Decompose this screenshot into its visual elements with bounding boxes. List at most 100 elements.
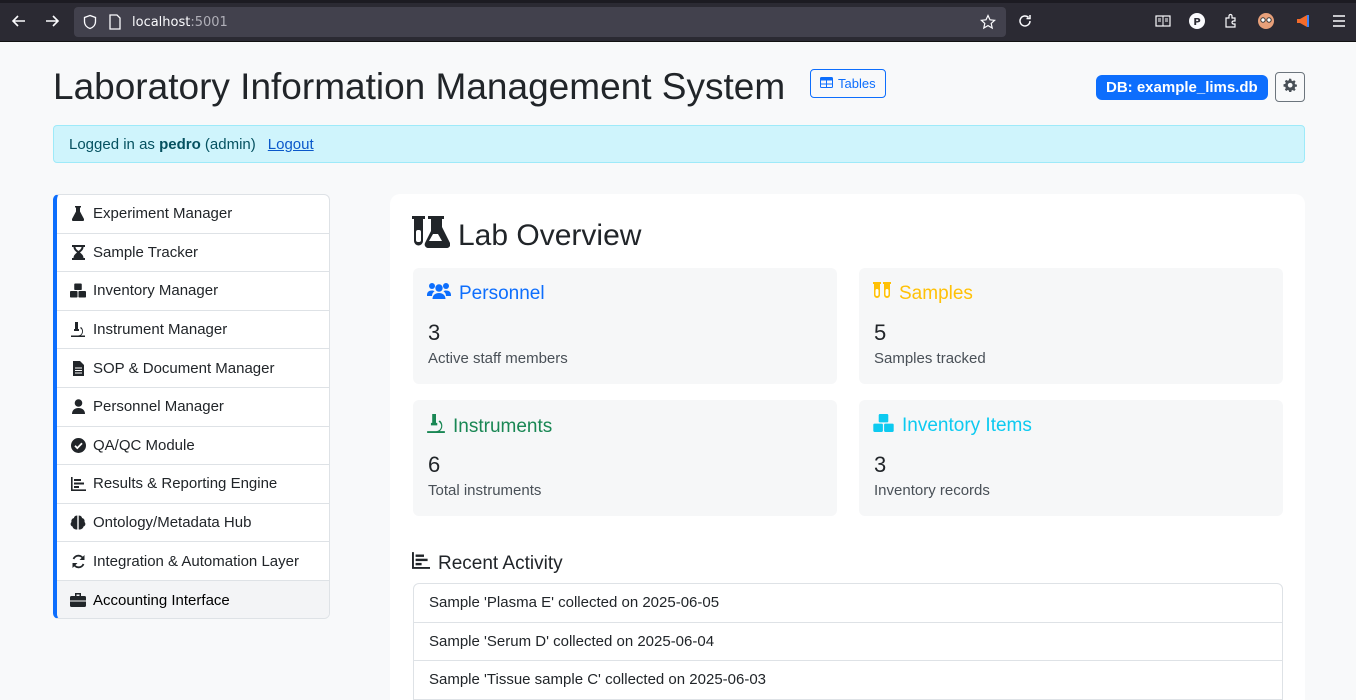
reader-view-icon[interactable] <box>1152 10 1174 32</box>
svg-text:P: P <box>1193 17 1200 28</box>
sidebar-item-experiment-manager[interactable]: Experiment Manager <box>57 195 329 234</box>
sidebar-item-label: Inventory Manager <box>93 282 219 300</box>
table-icon <box>820 76 833 91</box>
boxes-icon <box>873 414 894 438</box>
stat-card-header: Inventory Items <box>873 414 1032 438</box>
browser-toolbar: localhost:5001 P <box>0 0 1356 42</box>
sync-icon <box>70 553 86 569</box>
check-circle-icon <box>70 437 86 453</box>
sidebar-item-label: Accounting Interface <box>93 591 230 609</box>
recent-activity-title: Recent Activity <box>438 552 563 574</box>
settings-button[interactable] <box>1275 72 1305 102</box>
stat-description: Samples tracked <box>874 350 986 367</box>
stat-value: 6 <box>428 452 441 477</box>
tab-strip <box>0 0 1356 3</box>
stat-value: 3 <box>428 320 441 345</box>
sidebar-item-label: QA/QC Module <box>93 436 195 454</box>
tables-label: Tables <box>838 76 876 91</box>
sidebar-item-label: SOP & Document Manager <box>93 359 275 377</box>
addon-avatar-icon[interactable] <box>1255 10 1277 32</box>
stat-description: Active staff members <box>428 350 568 367</box>
menu-icon[interactable] <box>1328 10 1350 32</box>
sidebar-item-sop-document-manager[interactable]: SOP & Document Manager <box>57 349 329 388</box>
reload-icon[interactable] <box>1014 10 1036 32</box>
list-item: Sample 'Tissue sample C' collected on 20… <box>414 661 1282 700</box>
login-alert: Logged in as pedro (admin) Logout <box>53 125 1305 163</box>
briefcase-icon <box>70 592 86 608</box>
stat-title: Inventory Items <box>902 415 1032 436</box>
main-card: Lab Overview Personnel 3 Active staff me… <box>390 194 1305 700</box>
flask-icon <box>70 206 86 222</box>
sidebar-item-label: Results & Reporting Engine <box>93 475 278 493</box>
stat-title: Samples <box>899 283 973 304</box>
hourglass-icon <box>70 244 86 260</box>
microscope-icon <box>427 414 445 439</box>
login-user: pedro <box>159 135 201 153</box>
sidebar-item-label: Integration & Automation Layer <box>93 552 299 570</box>
url-host: localhost <box>132 15 191 30</box>
overview-title: Lab Overview <box>458 219 642 252</box>
extensions-icon[interactable] <box>1220 10 1242 32</box>
page-title: Laboratory Information Management System <box>53 66 786 107</box>
stat-title: Instruments <box>453 415 553 437</box>
stat-description: Inventory records <box>874 482 990 499</box>
users-icon <box>427 282 451 306</box>
star-icon[interactable] <box>980 14 996 35</box>
recent-activity-heading: Recent Activity <box>412 552 563 575</box>
sidebar-item-ontology-metadata-hub[interactable]: Ontology/Metadata Hub <box>57 504 329 543</box>
stat-card-header: Instruments <box>427 414 552 439</box>
recent-activity-list: Sample 'Plasma E' collected on 2025-06-0… <box>413 583 1283 700</box>
logout-link[interactable]: Logout <box>268 136 314 153</box>
back-icon[interactable] <box>8 10 30 32</box>
person-icon <box>70 399 86 415</box>
stat-card-instruments: Instruments 6 Total instruments <box>413 400 837 516</box>
vials-icon <box>412 216 451 256</box>
gear-icon <box>1283 78 1297 97</box>
sidebar-item-personnel-manager[interactable]: Personnel Manager <box>57 388 329 427</box>
address-bar[interactable]: localhost:5001 <box>74 7 1006 37</box>
forward-icon[interactable] <box>41 10 63 32</box>
megaphone-icon[interactable] <box>1292 10 1314 32</box>
chart-icon <box>70 476 86 492</box>
page: Laboratory Information Management System… <box>0 42 1356 700</box>
profile-icon[interactable]: P <box>1186 10 1208 32</box>
sidebar-item-label: Ontology/Metadata Hub <box>93 514 252 532</box>
sidebar-item-label: Instrument Manager <box>93 321 228 339</box>
test-tubes-icon <box>873 282 891 306</box>
boxes-icon <box>70 283 86 299</box>
sidebar-item-instrument-manager[interactable]: Instrument Manager <box>57 311 329 350</box>
sidebar-item-sample-tracker[interactable]: Sample Tracker <box>57 234 329 273</box>
login-prefix: Logged in as <box>69 135 155 153</box>
sidebar-item-inventory-manager[interactable]: Inventory Manager <box>57 272 329 311</box>
sidebar: Experiment Manager Sample Tracker Invent… <box>53 194 330 619</box>
list-item: Sample 'Plasma E' collected on 2025-06-0… <box>414 584 1282 623</box>
url-text: localhost:5001 <box>132 15 228 30</box>
sidebar-item-accounting-interface[interactable]: Accounting Interface <box>57 580 329 618</box>
stat-card-samples: Samples 5 Samples tracked <box>859 268 1283 384</box>
microscope-icon <box>70 322 86 338</box>
page-icon <box>108 14 122 35</box>
login-role: (admin) <box>204 135 256 153</box>
shield-icon[interactable] <box>82 14 98 35</box>
stat-card-inventory: Inventory Items 3 Inventory records <box>859 400 1283 516</box>
sidebar-item-qa-qc-module[interactable]: QA/QC Module <box>57 427 329 466</box>
list-item: Sample 'Serum D' collected on 2025-06-04 <box>414 623 1282 661</box>
stat-card-personnel: Personnel 3 Active staff members <box>413 268 837 384</box>
stat-description: Total instruments <box>428 482 542 499</box>
sidebar-item-label: Personnel Manager <box>93 398 224 416</box>
document-icon <box>70 360 86 376</box>
stat-value: 3 <box>874 452 887 477</box>
sidebar-item-integration-automation-layer[interactable]: Integration & Automation Layer <box>57 542 329 581</box>
sidebar-item-label: Sample Tracker <box>93 243 199 261</box>
stat-title: Personnel <box>459 283 545 304</box>
url-port: :5001 <box>190 15 228 30</box>
chart-icon <box>412 552 430 575</box>
stat-value: 5 <box>874 320 887 345</box>
sidebar-item-results-reporting-engine[interactable]: Results & Reporting Engine <box>57 465 329 504</box>
stat-card-header: Samples <box>873 282 973 306</box>
overview-heading: Lab Overview <box>412 216 641 256</box>
tables-button[interactable]: Tables <box>810 69 886 98</box>
db-badge: DB: example_lims.db <box>1096 75 1268 100</box>
stat-card-header: Personnel <box>427 282 545 306</box>
sidebar-item-label: Experiment Manager <box>93 205 233 223</box>
